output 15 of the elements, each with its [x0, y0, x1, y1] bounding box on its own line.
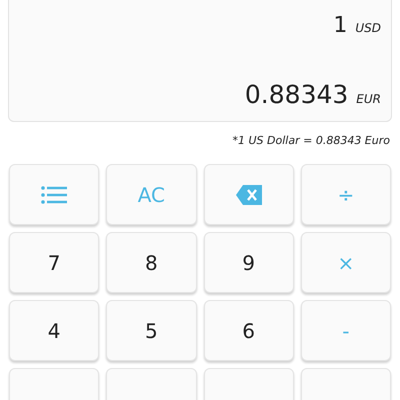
exchange-rate-note: *1 US Dollar = 0.88343 Euro	[232, 134, 390, 147]
amount-value: 1	[333, 13, 348, 38]
menu-button[interactable]	[9, 164, 100, 225]
list-icon	[41, 186, 68, 204]
amount-value: 0.88343	[244, 80, 348, 109]
key-button[interactable]: 8	[106, 232, 196, 293]
key-button[interactable]: 5	[106, 300, 196, 361]
backspace-icon	[236, 184, 262, 204]
key-button[interactable]: 9	[204, 232, 294, 293]
key-button[interactable]: 7	[9, 232, 100, 293]
key-button[interactable]: 6	[204, 300, 294, 361]
backspace-button[interactable]	[204, 164, 294, 225]
currency-code: USD	[355, 21, 381, 35]
currency-code: EUR	[356, 92, 381, 106]
key-button[interactable]: 4	[9, 300, 100, 361]
